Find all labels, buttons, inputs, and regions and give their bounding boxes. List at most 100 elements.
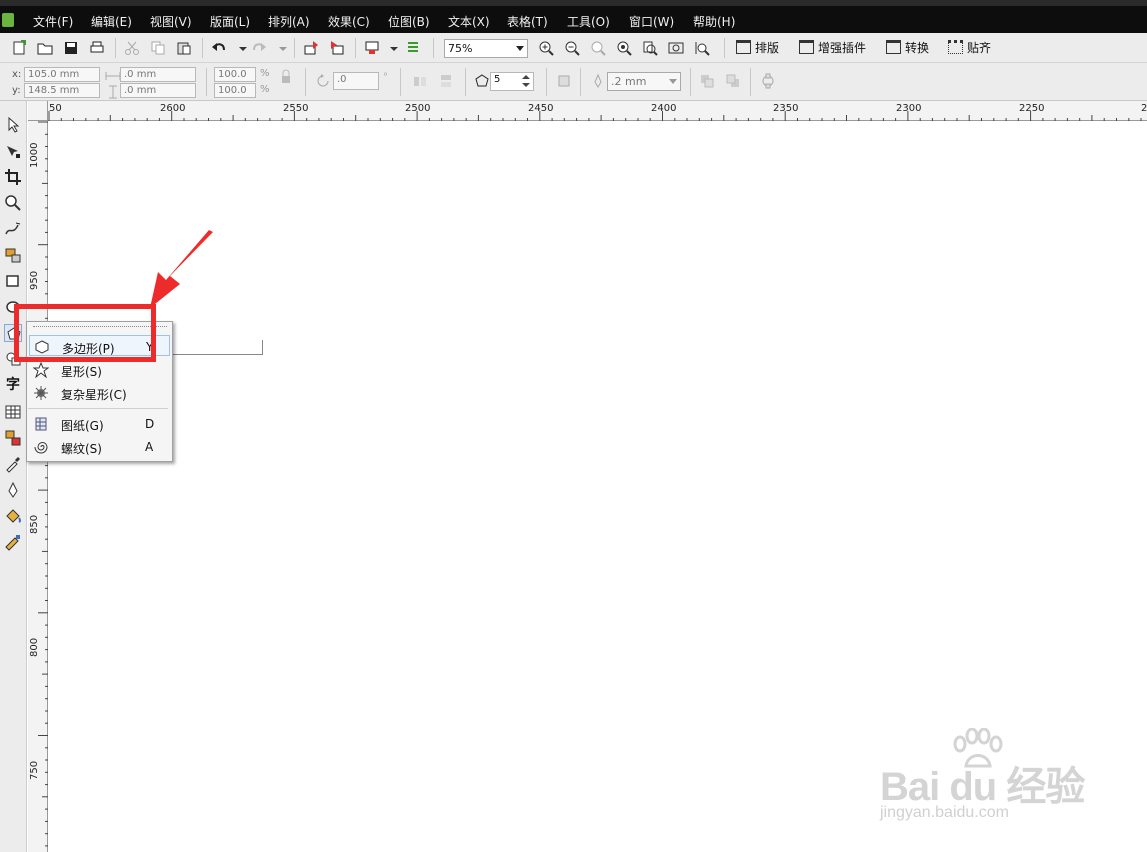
mirror-vertical-icon[interactable] <box>438 73 454 89</box>
crop-tool-icon[interactable] <box>4 168 22 186</box>
menu-file[interactable]: 文件(F) <box>33 13 73 30</box>
menu-window[interactable]: 窗口(W) <box>629 13 674 30</box>
freehand-tool-icon[interactable] <box>4 220 22 238</box>
application-launcher-icon[interactable] <box>364 40 380 56</box>
toolbar-separator <box>433 38 434 58</box>
menu-arrange[interactable]: 排列(A) <box>268 13 310 30</box>
y-position-field[interactable]: 148.5 mm <box>24 83 100 98</box>
plugin-convert-label: 转换 <box>905 41 930 55</box>
to-back-icon[interactable] <box>725 73 741 89</box>
baidu-watermark: Bai du 经验 jingyan.baidu.com <box>876 728 1096 832</box>
flyout-item-star[interactable]: 星形(S) <box>29 359 170 380</box>
wrap-text-icon[interactable] <box>556 73 572 89</box>
fill-tool-icon[interactable] <box>4 507 22 525</box>
flyout-item-label: 复杂星形(C) <box>61 388 127 402</box>
copy-icon[interactable] <box>150 40 166 56</box>
mirror-horizontal-icon[interactable] <box>412 73 428 89</box>
redo-icon[interactable] <box>251 40 267 56</box>
menu-text[interactable]: 文本(X) <box>448 13 490 30</box>
plugin-enhance-button[interactable]: 增强插件 <box>799 38 866 58</box>
complex-star-icon <box>33 385 49 401</box>
scale-width-field[interactable]: 100.0 <box>214 67 256 82</box>
flyout-separator <box>28 408 168 409</box>
zoom-page-icon[interactable] <box>642 40 658 56</box>
zoom-tool-icon[interactable] <box>4 194 22 212</box>
launcher-dropdown-icon[interactable] <box>386 40 402 56</box>
menu-edit[interactable]: 编辑(E) <box>91 13 132 30</box>
rotation-icon <box>315 73 331 89</box>
open-icon[interactable] <box>37 40 53 56</box>
zoom-selected-icon[interactable] <box>590 40 606 56</box>
annotation-highlight-box <box>14 304 156 362</box>
menu-help[interactable]: 帮助(H) <box>693 13 735 30</box>
plugin-snap-button[interactable]: 贴齐 <box>948 38 991 58</box>
flyout-item-shortcut: A <box>145 440 154 454</box>
chevron-down-icon <box>669 79 677 84</box>
flyout-tooltip-edge <box>173 340 263 355</box>
blend-tool-icon[interactable] <box>4 429 22 447</box>
polygon-sides-value: 5 <box>494 74 501 85</box>
flyout-item-label: 螺纹(S) <box>61 442 102 456</box>
flyout-item-complex-star[interactable]: 复杂星形(C) <box>29 382 170 403</box>
undo-icon[interactable] <box>211 40 227 56</box>
zoom-page-width-icon[interactable] <box>668 40 684 56</box>
toolbar-separator <box>465 68 466 96</box>
flyout-item-spiral[interactable]: 螺纹(S) A <box>29 436 170 457</box>
menu-layout[interactable]: 版面(L) <box>210 13 250 30</box>
height-icon <box>105 84 121 99</box>
x-position-field[interactable]: 105.0 mm <box>24 67 100 82</box>
rotation-angle-field[interactable]: .0 <box>333 72 379 90</box>
menu-table[interactable]: 表格(T) <box>507 13 548 30</box>
table-tool-icon[interactable] <box>4 403 22 421</box>
rectangle-tool-icon[interactable] <box>4 272 22 290</box>
new-document-icon[interactable] <box>11 40 27 56</box>
menu-bitmaps[interactable]: 位图(B) <box>388 13 430 30</box>
paste-icon[interactable] <box>176 40 192 56</box>
eyedropper-tool-icon[interactable] <box>4 455 22 473</box>
save-icon[interactable] <box>63 40 79 56</box>
menu-effects[interactable]: 效果(C) <box>328 13 370 30</box>
ruler-label: 50 <box>49 103 62 114</box>
ruler-origin-corner[interactable] <box>28 101 48 121</box>
object-width-field[interactable]: .0 mm <box>120 67 196 82</box>
zoom-out-icon[interactable] <box>564 40 580 56</box>
undo-dropdown-icon[interactable] <box>235 40 251 56</box>
text-tool-icon[interactable]: 字 <box>4 376 22 394</box>
outline-width-select[interactable]: .2 mm <box>607 72 681 91</box>
flyout-item-label: 星形(S) <box>61 365 102 379</box>
lock-ratio-icon[interactable] <box>278 69 294 85</box>
outline-tool-icon[interactable] <box>4 481 22 499</box>
ruler-label: 1000 <box>29 142 40 168</box>
to-front-icon[interactable] <box>699 73 715 89</box>
flyout-item-graph-paper[interactable]: 图纸(G) D <box>29 413 170 434</box>
smart-fill-tool-icon[interactable] <box>4 246 22 264</box>
pick-tool-icon[interactable] <box>4 116 22 134</box>
menu-bar: 文件(F) 编辑(E) 视图(V) 版面(L) 排列(A) 效果(C) 位图(B… <box>0 6 1147 33</box>
redo-dropdown-icon[interactable] <box>275 40 291 56</box>
welcome-screen-icon[interactable] <box>405 40 421 56</box>
object-height-field[interactable]: .0 mm <box>120 83 196 98</box>
shape-tool-icon[interactable] <box>4 142 22 160</box>
toolbox <box>0 101 27 852</box>
sides-spinner-icon[interactable] <box>518 73 532 89</box>
import-icon[interactable] <box>303 40 319 56</box>
print-icon[interactable] <box>89 40 105 56</box>
app-logo-icon <box>2 13 14 27</box>
interactive-fill-tool-icon[interactable] <box>4 533 22 551</box>
typesetting-icon <box>736 40 751 54</box>
menu-tools[interactable]: 工具(O) <box>567 13 610 30</box>
cut-icon[interactable] <box>124 40 140 56</box>
convert-to-curves-icon[interactable] <box>760 73 776 89</box>
ruler-label: 2550 <box>283 103 309 114</box>
zoom-all-objects-icon[interactable] <box>616 40 632 56</box>
scale-height-field[interactable]: 100.0 <box>214 83 256 98</box>
plugin-convert-button[interactable]: 转换 <box>886 38 929 58</box>
export-icon[interactable] <box>329 40 345 56</box>
zoom-in-icon[interactable] <box>538 40 554 56</box>
zoom-level-select[interactable]: 75% <box>444 39 528 58</box>
menu-view[interactable]: 视图(V) <box>150 13 192 30</box>
flyout-item-shortcut: D <box>145 417 155 431</box>
toolbar-separator <box>750 68 751 96</box>
plugin-typesetting-button[interactable]: 排版 <box>736 38 779 58</box>
zoom-page-height-icon[interactable] <box>694 40 710 56</box>
